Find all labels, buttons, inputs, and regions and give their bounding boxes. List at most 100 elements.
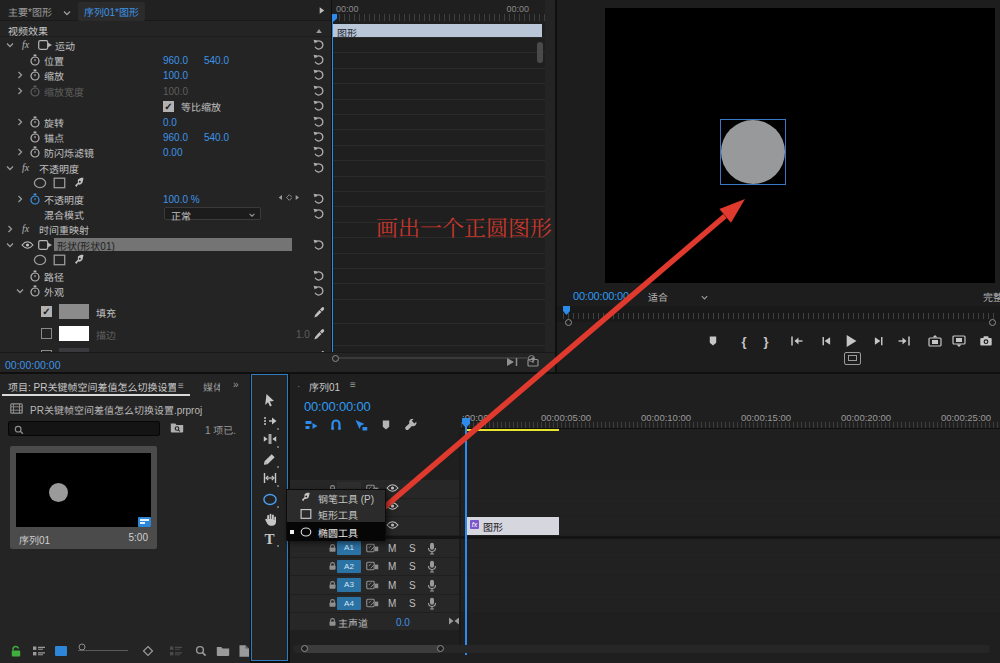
effect-row-masks[interactable] (0, 176, 331, 191)
checked-swatch-checkbox[interactable]: ✓ (41, 306, 52, 317)
expander-right-icon[interactable] (15, 86, 25, 96)
solo-button[interactable]: S (409, 561, 416, 572)
track-select-tool-icon[interactable] (263, 415, 277, 427)
timeline-hscrollbar-thumb[interactable] (302, 645, 442, 653)
master-clip-selector[interactable]: 主要*图形 (8, 4, 52, 19)
add-marker-icon[interactable] (708, 336, 719, 347)
find-icon[interactable] (195, 645, 207, 657)
hand-tool-icon[interactable] (264, 513, 276, 526)
expander-right-icon[interactable] (15, 194, 25, 204)
stopwatch-keyframe-icon[interactable] (29, 285, 41, 297)
extract-icon[interactable] (952, 335, 966, 347)
reset-parameter-icon[interactable] (313, 131, 325, 143)
mini-timeline-clip[interactable]: 图形 (333, 24, 542, 38)
tab-project[interactable]: 项目: PR关键帧空间差值怎么切换设置 (8, 379, 176, 394)
tool-slip-tool[interactable] (252, 472, 287, 484)
effect-row-填充[interactable]: ✓填充 (0, 301, 331, 323)
keyframe-nav[interactable] (277, 194, 301, 201)
go-to-in-icon[interactable] (790, 335, 804, 347)
go-to-out-icon[interactable] (897, 335, 911, 347)
tool-track-select-tool[interactable] (252, 415, 287, 427)
mini-ruler-ticks[interactable] (334, 14, 545, 21)
effect-row-旋转[interactable]: 旋转0.0 (0, 114, 331, 129)
menu-item-钢笔工具 (P)[interactable]: 钢笔工具 (P) (287, 490, 385, 506)
sequence-clip-selector[interactable]: 序列01*图形 (78, 2, 145, 21)
sync-lock-icon[interactable] (366, 560, 379, 572)
step-back-icon[interactable] (821, 336, 832, 347)
effect-row-不透明度[interactable]: 不透明度100.0 % (0, 191, 331, 206)
reset-parameter-icon[interactable] (313, 285, 325, 297)
sequence-name[interactable]: 序列01 (19, 532, 50, 547)
property-value[interactable]: 0.00 (163, 147, 182, 158)
toggle-track-output-icon[interactable] (386, 483, 399, 493)
voiceover-record-icon[interactable] (427, 579, 437, 592)
create-ellipse-mask-icon[interactable] (33, 177, 47, 189)
hscroll-handle-left[interactable] (301, 645, 308, 652)
create-rect-mask-icon[interactable] (53, 254, 66, 266)
uniform-scale-checkbox[interactable]: ✓ (163, 101, 174, 112)
create-ellipse-mask-icon[interactable] (33, 254, 47, 266)
project-writable-icon[interactable] (10, 644, 22, 657)
add-marker-icon[interactable] (381, 420, 392, 431)
linked-selection-icon[interactable] (355, 419, 368, 431)
panel-menu-icon[interactable]: ≡ (350, 379, 356, 390)
create-pen-mask-icon[interactable] (73, 254, 86, 267)
effect-row-等比缩放[interactable]: ✓等比缩放 (0, 99, 331, 114)
menu-item-椭圆工具[interactable]: 椭圆工具 (287, 522, 385, 541)
effect-row-缩放宽度[interactable]: 缩放宽度100.0 (0, 83, 331, 98)
reset-parameter-icon[interactable] (313, 208, 325, 220)
toggle-track-output-icon[interactable] (386, 501, 399, 511)
scrub-zoom-handle-left[interactable] (565, 319, 572, 326)
slip-tool-icon[interactable] (263, 472, 277, 484)
property-value[interactable]: 960.0 (163, 132, 188, 143)
selection-tool-icon[interactable] (264, 393, 276, 407)
tool-ellipse-tool[interactable] (252, 493, 287, 506)
add-keyframe-icon[interactable] (286, 194, 293, 201)
tool-razor-tool[interactable] (252, 453, 287, 465)
unchecked-swatch-checkbox[interactable] (41, 328, 52, 339)
search-bin-icon[interactable] (170, 422, 184, 433)
property-value[interactable]: 100.0 (163, 70, 188, 81)
property-value[interactable]: 540.0 (204, 132, 229, 143)
keyframe-toggle-icon[interactable] (448, 616, 460, 626)
blend-mode-select[interactable]: 正常 (164, 207, 261, 220)
stopwatch-keyframe-icon[interactable] (29, 146, 41, 158)
mini-timeline-scrollbar[interactable] (537, 42, 543, 63)
solo-button[interactable]: S (409, 579, 416, 590)
reset-parameter-icon[interactable] (313, 193, 325, 205)
stopwatch-keyframe-icon[interactable] (29, 85, 41, 97)
expander-down-icon[interactable] (15, 286, 25, 296)
reset-parameter-icon[interactable] (313, 54, 325, 66)
reset-parameter-icon[interactable] (313, 85, 325, 97)
shape-selection-box[interactable] (720, 119, 786, 185)
nest-insert-toggle-icon[interactable] (305, 419, 318, 431)
project-file-name[interactable]: PR关键帧空间差值怎么切换设置.prproj (30, 402, 202, 417)
zoom-level-select[interactable]: 适合 (648, 289, 668, 304)
reset-parameter-icon[interactable] (313, 162, 325, 174)
timeline-view-toggle-icon[interactable] (317, 6, 326, 15)
mark-out-icon[interactable]: } (763, 334, 768, 349)
reset-parameter-icon[interactable] (313, 116, 325, 128)
program-scrubber[interactable] (557, 306, 1000, 322)
comparison-view-button[interactable] (844, 352, 861, 365)
eyedropper-icon[interactable] (313, 306, 325, 318)
prev-keyframe-icon[interactable] (277, 194, 284, 201)
solo-button[interactable]: S (409, 598, 416, 609)
sync-lock-icon[interactable] (366, 597, 379, 609)
panel-menu-icon[interactable]: ≡ (178, 380, 184, 391)
list-view-icon[interactable] (32, 645, 46, 657)
eye-icon[interactable] (21, 240, 34, 250)
expander-right-icon[interactable] (15, 147, 25, 157)
more-tabs-icon[interactable]: » (233, 379, 237, 390)
thumbnail-zoom-slider[interactable] (78, 650, 128, 651)
create-rect-mask-icon[interactable] (53, 177, 66, 189)
mute-button[interactable]: M (388, 542, 396, 553)
mark-in-icon[interactable]: { (741, 334, 746, 349)
track-badge-A4[interactable]: A4 (337, 597, 361, 611)
zoom-handle-left[interactable] (332, 355, 339, 362)
reset-parameter-icon[interactable] (313, 239, 325, 251)
mute-button[interactable]: M (388, 598, 396, 609)
step-forward-icon[interactable] (874, 336, 885, 347)
track-content[interactable] (461, 576, 1000, 594)
expander-down-icon[interactable] (5, 40, 15, 50)
